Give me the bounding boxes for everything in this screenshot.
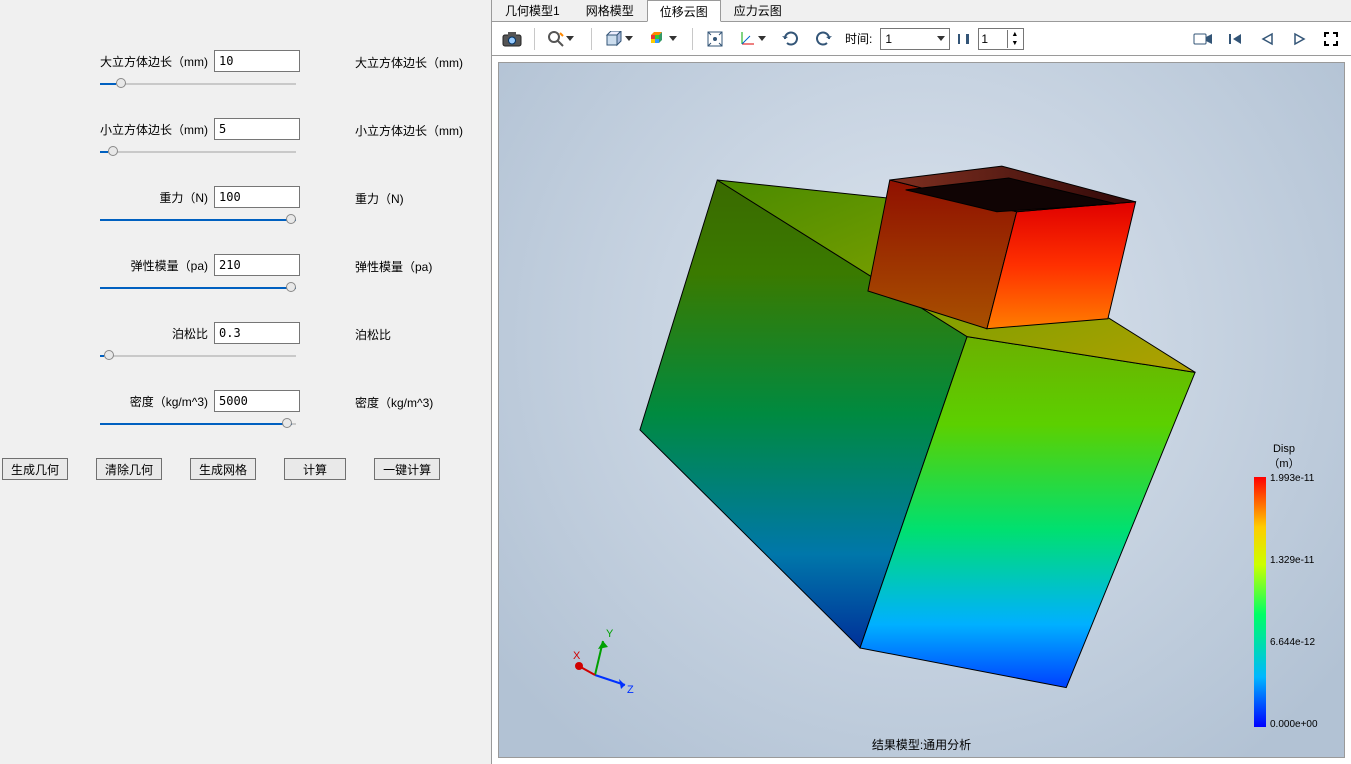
gravity-slider[interactable] — [100, 214, 296, 226]
chevron-down-icon — [566, 36, 574, 41]
axis-triad-icon: X Y Z — [573, 627, 643, 697]
legend-title: Disp — [1273, 443, 1295, 455]
spin-down-icon[interactable]: ▼ — [1007, 39, 1021, 48]
selection-dropdown[interactable] — [600, 26, 640, 52]
zoom-dropdown[interactable] — [543, 26, 583, 52]
time-label: 时间: — [845, 30, 872, 47]
viewer-panel: 几何模型1 网格模型 位移云图 应力云图 — [491, 0, 1351, 764]
poisson-slider[interactable] — [100, 350, 296, 362]
color-legend: Disp （m） 1.993e-11 1.329e-11 6.644e-12 0.… — [1244, 443, 1324, 727]
view-tabs: 几何模型1 网格模型 位移云图 应力云图 — [492, 0, 1351, 22]
legend-unit: （m） — [1268, 458, 1299, 470]
svg-text:Y: Y — [606, 628, 614, 640]
fullscreen-button[interactable] — [1317, 26, 1345, 52]
rotate-ccw-button[interactable] — [809, 26, 837, 52]
one-key-calc-button[interactable]: 一键计算 — [374, 458, 440, 480]
chevron-down-icon — [625, 36, 633, 41]
camera-icon — [502, 31, 522, 47]
poisson-label: 泊松比 — [92, 325, 214, 342]
play-reverse-icon — [1260, 32, 1274, 46]
expand-icon — [1323, 31, 1339, 47]
big-cube-input[interactable] — [214, 50, 300, 72]
gravity-input[interactable] — [214, 186, 300, 208]
svg-text:X: X — [573, 650, 581, 662]
time-end-button[interactable] — [954, 26, 974, 52]
frame-value[interactable] — [979, 30, 1007, 48]
step-end-icon — [957, 32, 971, 46]
tab-geometry[interactable]: 几何模型1 — [492, 0, 573, 21]
poisson-input[interactable] — [214, 322, 300, 344]
tab-mesh[interactable]: 网格模型 — [573, 0, 647, 21]
3d-viewport[interactable]: X Y Z Disp （m） 1.993e-11 1.329e-11 6.644e… — [498, 62, 1345, 758]
viewer-toolbar: 时间: 1 ▲ ▼ — [492, 22, 1351, 56]
first-frame-button[interactable] — [1221, 26, 1249, 52]
density-input[interactable] — [214, 390, 300, 412]
clear-geometry-button[interactable]: 清除几何 — [96, 458, 162, 480]
legend-tick: 1.993e-11 — [1270, 473, 1314, 484]
parameter-panel: 大立方体边长（mm) 大立方体边长（mm) 小立方体边长（mm) 小立方体边长（… — [0, 0, 491, 764]
time-select-value: 1 — [885, 32, 892, 46]
rotate-cw-icon — [782, 30, 800, 48]
tab-displacement[interactable]: 位移云图 — [647, 0, 721, 22]
gravity-echo: 重力（N) — [355, 190, 404, 207]
big-cube-echo: 大立方体边长（mm) — [355, 54, 463, 71]
generate-mesh-button[interactable]: 生成网格 — [190, 458, 256, 480]
tab-stress[interactable]: 应力云图 — [721, 0, 795, 21]
magnifier-icon — [548, 31, 564, 47]
svg-text:Z: Z — [627, 684, 634, 696]
legend-tick: 0.000e+00 — [1270, 719, 1318, 730]
axes-icon — [738, 30, 756, 48]
small-cube-label: 小立方体边长（mm) — [92, 121, 214, 138]
play-icon — [1292, 32, 1306, 46]
emod-slider[interactable] — [100, 282, 296, 294]
play-button[interactable] — [1285, 26, 1313, 52]
viewport-status: 结果模型:通用分析 — [872, 736, 971, 753]
axes-dropdown[interactable] — [733, 26, 773, 52]
gravity-label: 重力（N) — [92, 189, 214, 206]
emod-label: 弹性模量（pa) — [92, 257, 214, 274]
legend-tick: 6.644e-12 — [1270, 637, 1315, 648]
time-select[interactable]: 1 — [880, 28, 950, 50]
big-cube-slider[interactable] — [100, 78, 296, 90]
spin-up-icon[interactable]: ▲ — [1007, 30, 1021, 39]
prev-frame-button[interactable] — [1253, 26, 1281, 52]
small-cube-echo: 小立方体边长（mm) — [355, 122, 463, 139]
emod-input[interactable] — [214, 254, 300, 276]
cube-select-icon — [605, 31, 623, 47]
density-label: 密度（kg/m^3) — [92, 393, 214, 410]
fit-view-button[interactable] — [701, 26, 729, 52]
video-camera-icon — [1193, 32, 1213, 46]
frame-spinner[interactable]: ▲ ▼ — [978, 28, 1024, 50]
density-echo: 密度（kg/m^3) — [355, 394, 433, 411]
chevron-down-icon — [758, 36, 766, 41]
legend-tick: 1.329e-11 — [1270, 555, 1314, 566]
poisson-echo: 泊松比 — [355, 326, 391, 343]
colormap-dropdown[interactable] — [644, 26, 684, 52]
density-slider[interactable] — [100, 418, 296, 430]
record-button[interactable] — [1189, 26, 1217, 52]
rotate-ccw-icon — [814, 30, 832, 48]
small-cube-input[interactable] — [214, 118, 300, 140]
chevron-down-icon — [937, 36, 945, 41]
rotate-cw-button[interactable] — [777, 26, 805, 52]
rubik-cube-icon — [649, 31, 667, 47]
skip-start-icon — [1227, 32, 1243, 46]
screenshot-button[interactable] — [498, 26, 526, 52]
calculate-button[interactable]: 计算 — [284, 458, 346, 480]
emod-echo: 弹性模量（pa) — [355, 258, 432, 275]
generate-geometry-button[interactable]: 生成几何 — [2, 458, 68, 480]
big-cube-label: 大立方体边长（mm) — [92, 53, 214, 70]
small-cube-slider[interactable] — [100, 146, 296, 158]
chevron-down-icon — [669, 36, 677, 41]
fit-icon — [706, 30, 724, 48]
